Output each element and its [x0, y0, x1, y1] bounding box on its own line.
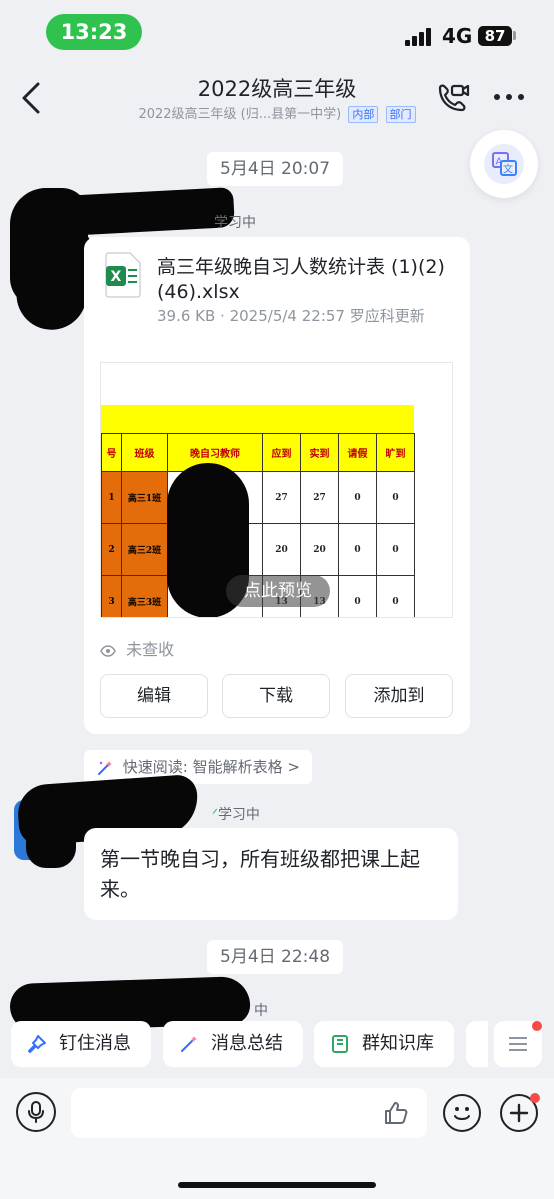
table-row: 2 高三2班 20 20 0 0 — [101, 523, 415, 576]
preview-label[interactable]: 点此预览 — [226, 575, 330, 607]
sender-status: 中 — [254, 1000, 268, 1020]
svg-text:文: 文 — [503, 163, 513, 176]
sender-status: ᐟ学习中 — [212, 804, 260, 824]
tag-internal: 内部 — [348, 106, 379, 123]
table-cell: 20 — [300, 523, 339, 576]
table-cell: 0 — [376, 575, 415, 617]
header-cell: 班级 — [121, 433, 168, 472]
microphone-button[interactable] — [16, 1092, 56, 1132]
download-button[interactable]: 下载 — [222, 674, 330, 718]
quick-read-text: 快速阅读: 智能解析表格 > — [122, 758, 300, 776]
magic-wand-icon — [181, 1036, 197, 1052]
table-cell: 1 — [101, 471, 122, 524]
knowledge-base-label: 群知识库 — [362, 1033, 434, 1054]
table-cell: 27 — [262, 471, 301, 524]
video-call-icon[interactable] — [436, 82, 470, 114]
notification-dot — [530, 1093, 540, 1103]
table-row: 1 高三1班 27 27 0 0 — [101, 471, 415, 524]
smiley-icon — [454, 1107, 470, 1120]
emoji-button[interactable] — [443, 1094, 481, 1132]
header-cell: 号 — [101, 433, 122, 472]
read-status: 未查收 — [100, 636, 174, 660]
sender-status: 学习中 — [214, 212, 256, 232]
status-time: 13:23 — [46, 14, 142, 50]
table-header-row: 号 班级 晚自习教师 应到 实到 请假 旷到 — [101, 433, 415, 472]
edit-button[interactable]: 编辑 — [100, 674, 208, 718]
table-cell: 20 — [262, 523, 301, 576]
table-cell: 高三2班 — [121, 523, 168, 576]
battery-tip-icon — [513, 31, 516, 40]
group-subtitle[interactable]: 2022级高三年级 (归...县第一中学) 内部 部门 — [0, 103, 554, 123]
summary-button[interactable]: 消息总结 — [163, 1021, 303, 1067]
subtitle-text: 2022级高三年级 (归...县第一中学) — [138, 107, 342, 122]
network-type: 4G — [442, 24, 473, 48]
more-chip-edge[interactable] — [466, 1021, 488, 1067]
translate-icon: A 文 — [484, 144, 524, 184]
sender-status-text: 学习中 — [217, 807, 260, 823]
table-cell: 0 — [338, 471, 377, 524]
notification-dot — [532, 1021, 542, 1031]
table-cell: 0 — [376, 523, 415, 576]
battery-level: 87 — [478, 26, 512, 46]
more-icon[interactable] — [494, 94, 526, 102]
summary-label: 消息总结 — [211, 1033, 283, 1054]
page-title[interactable]: 2022级高三年级 — [0, 73, 554, 103]
message-timestamp: 5月4日 22:48 — [207, 940, 344, 974]
header-cell: 实到 — [300, 433, 339, 472]
table-cell: 高三1班 — [121, 471, 168, 524]
header-cell: 应到 — [262, 433, 301, 472]
thumbs-up-icon[interactable] — [383, 1100, 409, 1126]
knowledge-base-button[interactable]: 群知识库 — [314, 1021, 454, 1067]
table-cell: 0 — [338, 523, 377, 576]
pin-message-label: 钉住消息 — [59, 1033, 131, 1054]
table-cell: 高三3班 — [121, 575, 168, 617]
svg-text:X: X — [111, 269, 122, 285]
header-cell: 旷到 — [376, 433, 415, 472]
magic-wand-icon — [98, 760, 112, 775]
sender-status-text: 中 — [254, 1003, 268, 1019]
table-cell: 27 — [300, 471, 339, 524]
table-cell: 3 — [101, 575, 122, 617]
pin-icon — [28, 1035, 46, 1053]
message-timestamp: 5月4日 20:07 — [207, 152, 344, 186]
pin-message-button[interactable]: 钉住消息 — [11, 1021, 151, 1067]
redacted-scribble — [26, 820, 76, 868]
table-cell: 2 — [101, 523, 122, 576]
microphone-icon — [28, 1101, 44, 1123]
signal-icon — [405, 26, 435, 46]
book-icon — [332, 1035, 348, 1053]
text-message[interactable]: 第一节晚自习，所有班级都把课上起来。 — [84, 828, 458, 920]
header-cell: 请假 — [338, 433, 377, 472]
message-input[interactable] — [71, 1088, 427, 1138]
home-indicator — [178, 1182, 376, 1188]
eye-icon — [100, 644, 116, 657]
add-to-button[interactable]: 添加到 — [345, 674, 453, 718]
excel-file-icon: X — [105, 252, 141, 298]
file-meta: 39.6 KB · 2025/5/4 22:57 罗应科更新 — [157, 307, 425, 325]
read-status-text: 未查收 — [126, 640, 175, 659]
file-name[interactable]: 高三年级晚自习人数统计表 (1)(2)(46).xlsx — [157, 255, 457, 305]
table-cell: 0 — [338, 575, 377, 617]
sender-status-text: 学习中 — [214, 215, 256, 231]
table-cell: 0 — [376, 471, 415, 524]
translate-button[interactable]: A 文 — [470, 130, 538, 198]
tag-department: 部门 — [385, 106, 416, 123]
preview-title-bar — [101, 405, 414, 433]
